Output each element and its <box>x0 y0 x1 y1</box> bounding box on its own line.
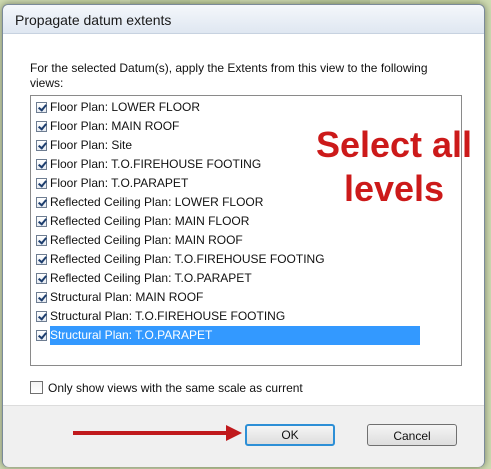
list-item-label: Floor Plan: MAIN ROOF <box>50 119 180 133</box>
checkbox-checked[interactable] <box>36 197 47 208</box>
dialog-footer: OK Cancel <box>3 405 484 467</box>
list-item[interactable]: Reflected Ceiling Plan: MAIN ROOF <box>34 231 458 250</box>
list-item-label: Reflected Ceiling Plan: LOWER FLOOR <box>50 195 264 209</box>
list-item-selected[interactable]: Structural Plan: T.O.PARAPET <box>34 326 458 345</box>
checkbox-checked[interactable] <box>36 311 47 322</box>
same-scale-checkbox[interactable] <box>30 381 43 394</box>
list-item[interactable]: Structural Plan: MAIN ROOF <box>34 288 458 307</box>
checkbox-checked[interactable] <box>36 121 47 132</box>
list-item[interactable]: Reflected Ceiling Plan: T.O.PARAPET <box>34 269 458 288</box>
list-item[interactable]: Floor Plan: LOWER FLOOR <box>34 98 458 117</box>
list-item-label: Reflected Ceiling Plan: T.O.PARAPET <box>50 271 252 285</box>
annotation-line-1: Select all <box>315 124 473 165</box>
list-item-label: Floor Plan: Site <box>50 138 133 152</box>
list-item[interactable]: Structural Plan: T.O.FIREHOUSE FOOTING <box>34 307 458 326</box>
checkbox-checked[interactable] <box>36 273 47 284</box>
checkbox-checked[interactable] <box>36 254 47 265</box>
instruction-text: For the selected Datum(s), apply the Ext… <box>30 61 428 90</box>
annotation-arrow <box>73 431 229 435</box>
checkbox-checked[interactable] <box>36 178 47 189</box>
checkbox-checked[interactable] <box>36 216 47 227</box>
checkbox-checked[interactable] <box>36 330 47 341</box>
checkbox-checked[interactable] <box>36 140 47 151</box>
list-item-label: Floor Plan: LOWER FLOOR <box>50 100 201 114</box>
list-item-label: Floor Plan: T.O.PARAPET <box>50 176 189 190</box>
list-item-label: Structural Plan: MAIN ROOF <box>50 290 204 304</box>
list-item[interactable]: Reflected Ceiling Plan: T.O.FIREHOUSE FO… <box>34 250 458 269</box>
annotation-line-2: levels <box>343 168 445 209</box>
list-item-label: Reflected Ceiling Plan: MAIN ROOF <box>50 233 243 247</box>
list-item-label: Floor Plan: T.O.FIREHOUSE FOOTING <box>50 157 262 171</box>
list-item-label: Reflected Ceiling Plan: T.O.FIREHOUSE FO… <box>50 252 325 266</box>
ok-button[interactable]: OK <box>245 424 335 446</box>
list-item[interactable]: Reflected Ceiling Plan: MAIN FLOOR <box>34 212 458 231</box>
list-item-label: Structural Plan: T.O.FIREHOUSE FOOTING <box>50 309 286 323</box>
checkbox-checked[interactable] <box>36 159 47 170</box>
list-item-label: Reflected Ceiling Plan: MAIN FLOOR <box>50 214 250 228</box>
same-scale-option[interactable]: Only show views with the same scale as c… <box>30 380 350 396</box>
checkbox-checked[interactable] <box>36 102 47 113</box>
cancel-button[interactable]: Cancel <box>367 424 457 446</box>
list-item-label: Structural Plan: T.O.PARAPET <box>50 326 421 345</box>
propagate-datum-dialog: Propagate datum extents For the selected… <box>2 4 485 467</box>
checkbox-checked[interactable] <box>36 292 47 303</box>
checkbox-checked[interactable] <box>36 235 47 246</box>
dialog-title: Propagate datum extents <box>15 12 172 28</box>
annotation-callout: Select all levels <box>309 123 479 211</box>
annotation-arrow-head <box>226 425 242 441</box>
same-scale-label: Only show views with the same scale as c… <box>48 381 303 395</box>
title-bar[interactable]: Propagate datum extents <box>3 5 484 34</box>
